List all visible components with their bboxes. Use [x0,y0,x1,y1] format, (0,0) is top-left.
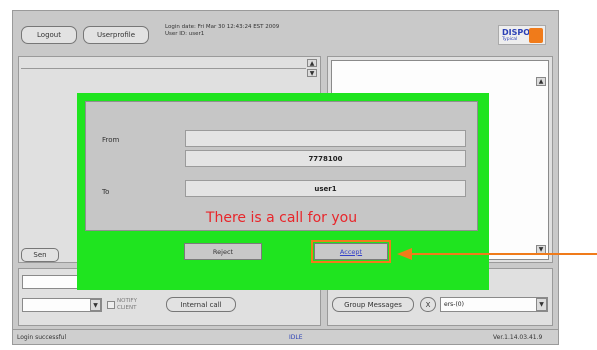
chevron-down-icon[interactable]: ▼ [536,298,547,311]
from-number-field: 7778100 [185,150,466,167]
notify-line2: CLIENT [117,305,137,311]
annotation-arrow [397,248,597,260]
group-select[interactable]: ers-(0) ▼ [440,297,548,312]
userprofile-button[interactable]: Userprofile [83,26,149,44]
intercall-button[interactable]: Internal call [166,297,236,312]
status-bar: Login successful IDLE Ver.1.14.03.41.9 [13,329,558,344]
notify-line1: NOTIFY [117,298,137,304]
status-message: Login successful [17,334,67,341]
from-name-field [185,130,466,147]
logout-button[interactable]: Logout [21,26,77,44]
number-select[interactable]: ▼ [22,298,102,312]
from-label: From [102,136,120,144]
login-date: Login date: Fri Mar 30 12:43:24 EST 2009 [165,24,280,30]
accept-button[interactable]: Accept [311,240,391,263]
to-label: To [102,188,110,196]
call-info-panel: From 7778100 To user1 There is a call fo… [85,101,478,231]
call-message: There is a call for you [205,210,358,226]
left-scroll-down[interactable]: ▼ [307,69,317,77]
logo: DISPO Typical [498,25,546,45]
user-id: User ID: user1 [165,31,205,37]
accept-label: Accept [339,247,363,256]
chevron-down-icon[interactable]: ▼ [90,299,101,311]
notify-label: NOTIFY CLIENT [117,298,137,312]
group-messages-button[interactable]: Group Messages [332,297,414,312]
status-version: Ver.1.14.03.41.9 [493,334,543,341]
logo-text: DISPO [502,28,531,37]
logo-subtitle: Typical [502,37,518,42]
group-select-value: ers-(0) [444,301,464,308]
reject-button[interactable]: Reject [184,243,262,260]
status-mode: IDLE [289,334,303,341]
left-scroll-up[interactable]: ▲ [307,59,317,67]
send-button[interactable]: Sen [21,248,59,262]
left-list[interactable] [21,59,306,69]
to-field: user1 [185,180,466,197]
login-info: Login date: Fri Mar 30 12:43:24 EST 2009… [165,24,365,38]
right-scroll-up[interactable]: ▲ [536,77,546,86]
close-group-button[interactable]: X [420,297,436,312]
notify-checkbox[interactable] [107,301,115,309]
logo-icon [529,28,543,43]
